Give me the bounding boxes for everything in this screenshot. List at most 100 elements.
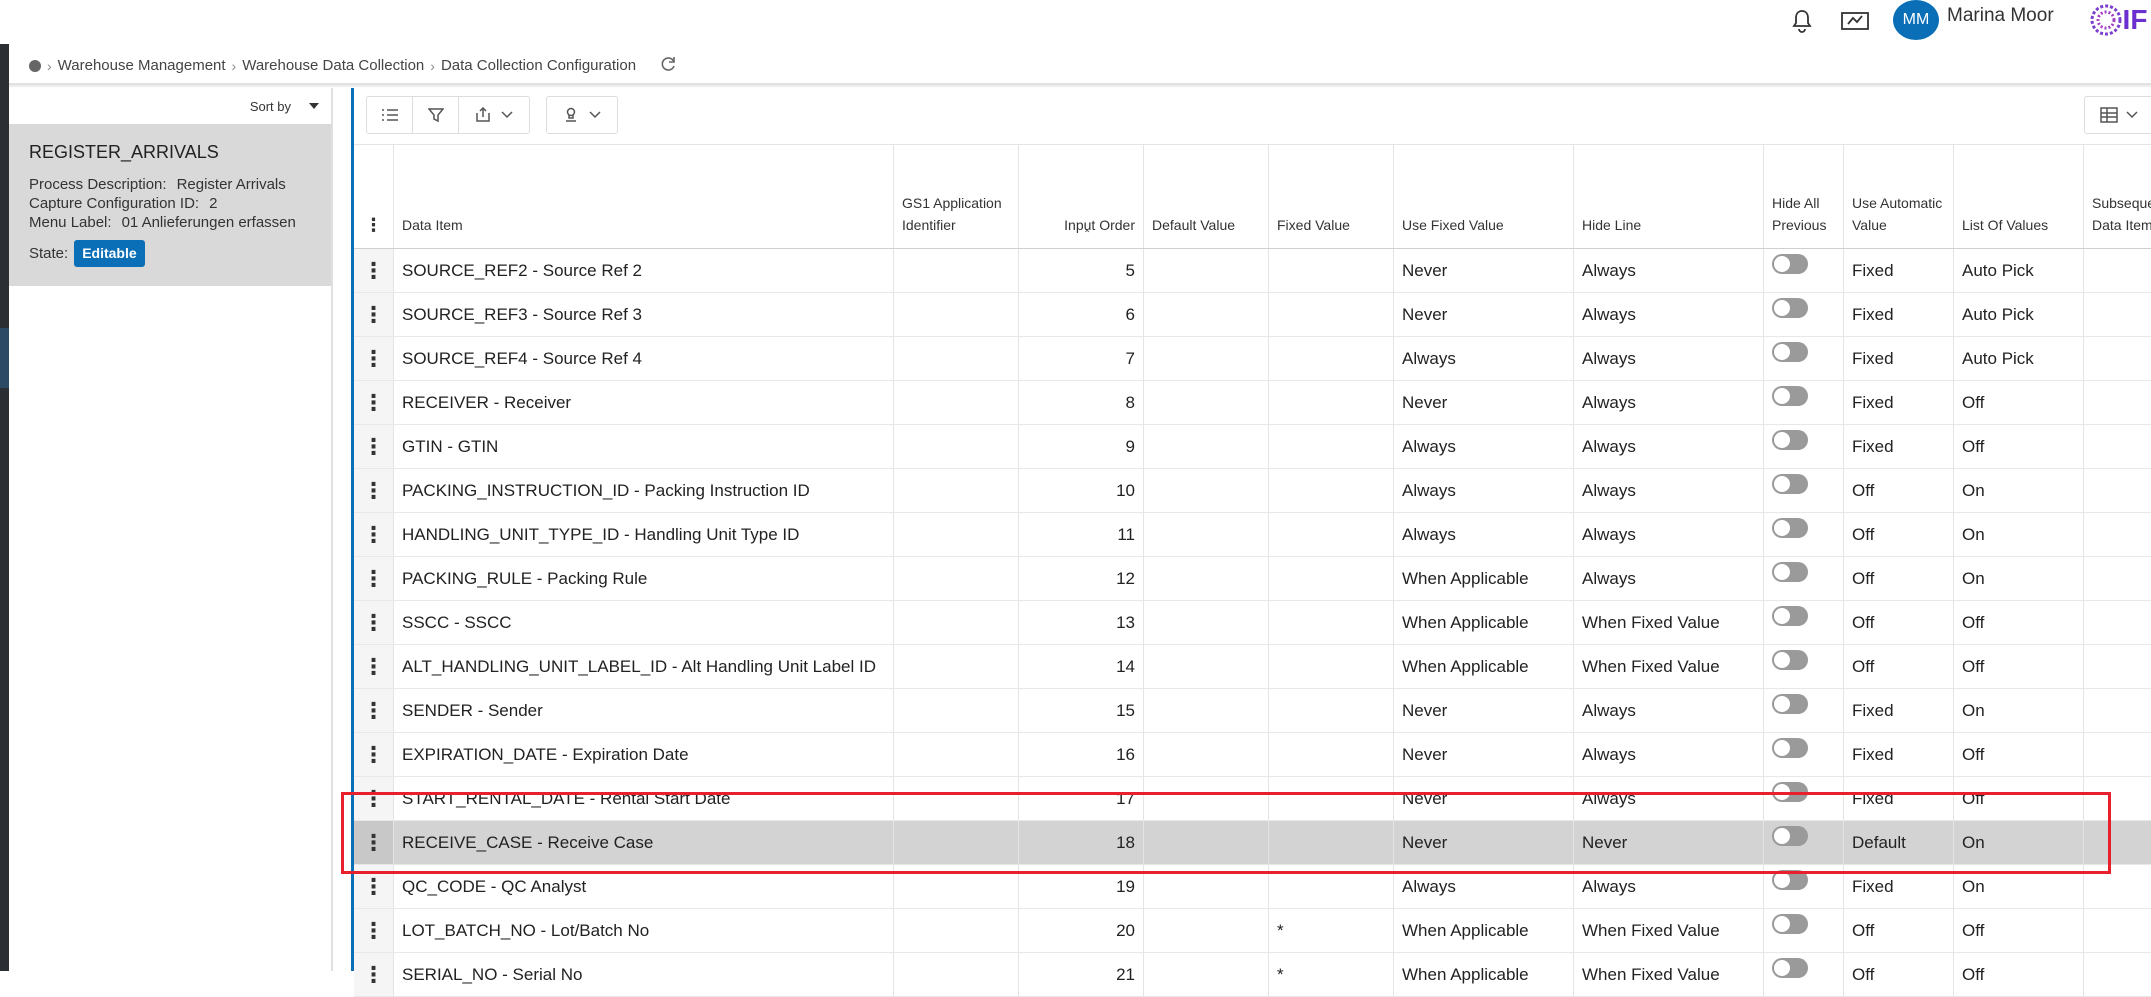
toggle-switch[interactable] xyxy=(1772,913,1808,934)
header-hide-line[interactable]: Hide Line xyxy=(1574,145,1764,248)
table-row[interactable]: ⋮ EXPIRATION_DATE - Expiration Date 16 Neve… xyxy=(354,733,2151,777)
toggle-switch[interactable] xyxy=(1772,649,1808,670)
row-menu-icon[interactable]: ⋮ xyxy=(354,821,394,864)
toggle-switch[interactable] xyxy=(1772,561,1808,582)
bell-icon[interactable] xyxy=(1790,4,1814,38)
ticket-icon[interactable] xyxy=(1840,4,1870,38)
header-use-automatic-value[interactable]: Use Automatic Value xyxy=(1844,145,1954,248)
row-menu-icon[interactable]: ⋮ xyxy=(354,953,394,996)
toggle-switch[interactable] xyxy=(1772,693,1808,714)
header-list-of-values[interactable]: List Of Values xyxy=(1954,145,2084,248)
row-menu-icon[interactable]: ⋮ xyxy=(354,777,394,820)
row-menu-icon[interactable]: ⋮ xyxy=(354,733,394,776)
cell-data-item: GTIN - GTIN xyxy=(394,425,894,468)
header-use-fixed-value[interactable]: Use Fixed Value xyxy=(1394,145,1574,248)
record-card[interactable]: REGISTER_ARRIVALS Process Description: Re… xyxy=(9,124,331,286)
table-row[interactable]: ⋮ SSCC - SSCC 13 When Applicable When Fixed … xyxy=(354,601,2151,645)
header-subsequent-data-item[interactable]: Subseque Data Item xyxy=(2084,145,2151,248)
breadcrumb-item-warehouse-data-collection[interactable]: Warehouse Data Collection xyxy=(242,57,424,74)
sort-ascending-icon: ⌃ xyxy=(1083,229,1092,240)
chevron-right-icon: › xyxy=(231,57,237,74)
row-menu-icon[interactable]: ⋮ xyxy=(354,381,394,424)
header-default-value[interactable]: Default Value xyxy=(1144,145,1269,248)
toggle-switch[interactable] xyxy=(1772,341,1808,362)
toggle-switch[interactable] xyxy=(1772,605,1808,626)
table-settings-button[interactable] xyxy=(2085,97,2151,133)
row-menu-icon[interactable]: ⋮ xyxy=(354,601,394,644)
row-menu-icon[interactable]: ⋮ xyxy=(354,425,394,468)
cell-default-value xyxy=(1144,601,1269,644)
list-view-button[interactable] xyxy=(367,97,413,133)
home-dot-icon[interactable] xyxy=(29,59,41,72)
toggle-switch[interactable] xyxy=(1772,957,1808,978)
caret-down-icon[interactable] xyxy=(309,103,319,109)
cell-hide-line: When Fixed Value xyxy=(1574,601,1764,644)
cell-hide-all-previous xyxy=(1764,821,1844,864)
table-row[interactable]: ⋮ SOURCE_REF2 - Source Ref 2 5 Never Always F… xyxy=(354,249,2151,293)
header-input-order[interactable]: Input Order ⌃ xyxy=(1019,145,1144,248)
cell-fixed-value xyxy=(1269,469,1394,512)
row-menu-icon[interactable]: ⋮ xyxy=(354,689,394,732)
header-data-item[interactable]: Data Item xyxy=(394,145,894,248)
row-menu-icon[interactable]: ⋮ xyxy=(354,557,394,600)
table-row[interactable]: ⋮ SOURCE_REF3 - Source Ref 3 6 Never Always F… xyxy=(354,293,2151,337)
table-row[interactable]: ⋮ ALT_HANDLING_UNIT_LABEL_ID - Alt Handli… xyxy=(354,645,2151,689)
toggle-switch[interactable] xyxy=(1772,385,1808,406)
toggle-switch[interactable] xyxy=(1772,517,1808,538)
sort-by-control[interactable]: Sort by xyxy=(9,88,331,124)
table-row[interactable]: ⋮ SOURCE_REF4 - Source Ref 4 7 Always Always… xyxy=(354,337,2151,381)
header-gs1[interactable]: GS1 Application Identifier xyxy=(894,145,1019,248)
capture-config-label: Capture Configuration ID: xyxy=(29,195,200,212)
menu-label-label: Menu Label: xyxy=(29,214,112,231)
toggle-switch[interactable] xyxy=(1772,297,1808,318)
row-menu-icon[interactable]: ⋮ xyxy=(354,645,394,688)
user-name[interactable]: Marina Moor xyxy=(1947,5,2054,27)
actions-button[interactable] xyxy=(547,97,617,133)
row-menu-icon[interactable]: ⋮ xyxy=(354,337,394,380)
avatar[interactable]: MM xyxy=(1893,0,1939,40)
table-row[interactable]: ⋮ LOT_BATCH_NO - Lot/Batch No 20 * When Appl… xyxy=(354,909,2151,953)
cell-list-of-values: Auto Pick xyxy=(1954,249,2084,292)
table-row[interactable]: ⋮ RECEIVE_CASE - Receive Case 18 Never Never… xyxy=(354,821,2151,865)
refresh-icon[interactable] xyxy=(658,54,678,78)
row-menu-icon[interactable]: ⋮ xyxy=(354,293,394,336)
table-row[interactable]: ⋮ PACKING_INSTRUCTION_ID - Packing Instru… xyxy=(354,469,2151,513)
cell-hide-all-previous xyxy=(1764,909,1844,952)
column-menu-icon[interactable]: ⋮ xyxy=(354,145,394,248)
table-row[interactable]: ⋮ RECEIVER - Receiver 8 Never Always Fixed Off xyxy=(354,381,2151,425)
row-menu-icon[interactable]: ⋮ xyxy=(354,249,394,292)
toggle-switch[interactable] xyxy=(1772,869,1808,890)
cell-input-order: 19 xyxy=(1019,865,1144,908)
export-button[interactable] xyxy=(459,97,529,133)
toggle-switch[interactable] xyxy=(1772,253,1808,274)
breadcrumb-item-warehouse-management[interactable]: Warehouse Management xyxy=(58,57,226,74)
toggle-switch[interactable] xyxy=(1772,781,1808,802)
table-row[interactable]: ⋮ PACKING_RULE - Packing Rule 12 When Appli… xyxy=(354,557,2151,601)
cell-fixed-value xyxy=(1269,645,1394,688)
table-row[interactable]: ⋮ HANDLING_UNIT_TYPE_ID - Handling Unit T… xyxy=(354,513,2151,557)
cell-hide-line: When Fixed Value xyxy=(1574,953,1764,996)
header-hide-all-previous[interactable]: Hide All Previous xyxy=(1764,145,1844,248)
header-fixed-value[interactable]: Fixed Value xyxy=(1269,145,1394,248)
cell-gs1 xyxy=(894,645,1019,688)
row-menu-icon[interactable]: ⋮ xyxy=(354,513,394,556)
row-menu-icon[interactable]: ⋮ xyxy=(354,865,394,908)
row-menu-icon[interactable]: ⋮ xyxy=(354,909,394,952)
table-row[interactable]: ⋮ SERIAL_NO - Serial No 21 * When Applicable… xyxy=(354,953,2151,997)
cell-hide-line: Always xyxy=(1574,381,1764,424)
toggle-switch[interactable] xyxy=(1772,825,1808,846)
table-row[interactable]: ⋮ GTIN - GTIN 9 Always Always Fixed Off xyxy=(354,425,2151,469)
table-row[interactable]: ⋮ QC_CODE - QC Analyst 19 Always Always Fixed… xyxy=(354,865,2151,909)
row-menu-icon[interactable]: ⋮ xyxy=(354,469,394,512)
toggle-switch[interactable] xyxy=(1772,429,1808,450)
filter-button[interactable] xyxy=(413,97,459,133)
cell-hide-line: When Fixed Value xyxy=(1574,645,1764,688)
cell-subsequent-data-item xyxy=(2084,469,2151,512)
table-row[interactable]: ⋮ START_RENTAL_DATE - Rental Start Date 17… xyxy=(354,777,2151,821)
toggle-switch[interactable] xyxy=(1772,737,1808,758)
cell-use-fixed-value: Always xyxy=(1394,865,1574,908)
cell-subsequent-data-item xyxy=(2084,865,2151,908)
toggle-switch[interactable] xyxy=(1772,473,1808,494)
table-row[interactable]: ⋮ SENDER - Sender 15 Never Always Fixed On xyxy=(354,689,2151,733)
breadcrumb-item-data-collection-configuration[interactable]: Data Collection Configuration xyxy=(441,57,636,74)
